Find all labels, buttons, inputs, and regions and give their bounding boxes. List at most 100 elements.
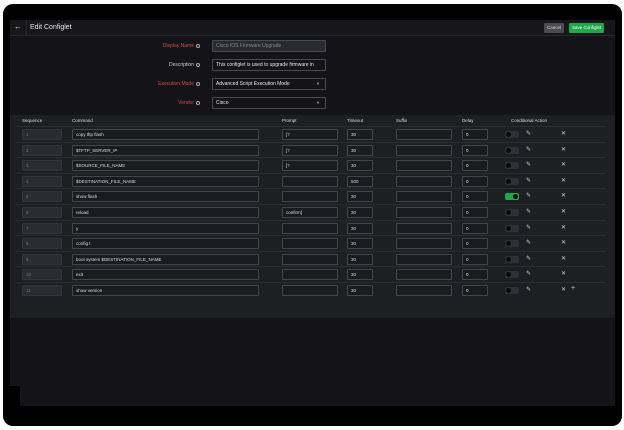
delay-input[interactable]: 0 bbox=[462, 253, 488, 265]
delay-input[interactable]: 0 bbox=[462, 160, 488, 172]
conditional-action-toggle[interactable] bbox=[505, 224, 519, 232]
description-input[interactable]: This configlet is used to upgrade firmwa… bbox=[212, 59, 326, 71]
command-input[interactable]: y bbox=[72, 222, 259, 234]
prompt-input[interactable]: ]? bbox=[282, 160, 338, 172]
delay-input[interactable]: 0 bbox=[462, 269, 488, 281]
command-input[interactable]: show flash bbox=[72, 191, 259, 203]
sequence-input[interactable]: 1 bbox=[22, 129, 62, 140]
sequence-input[interactable]: 11 bbox=[22, 285, 62, 296]
suffix-input[interactable] bbox=[396, 175, 452, 187]
pencil-icon[interactable]: ✎ bbox=[526, 130, 531, 137]
prompt-input[interactable]: ]? bbox=[282, 129, 338, 140]
delay-input[interactable]: 0 bbox=[462, 285, 488, 296]
timeout-input[interactable]: 30 bbox=[347, 144, 373, 156]
command-input[interactable]: $SOURCE_FILE_NAME bbox=[72, 160, 259, 172]
pencil-icon[interactable]: ✎ bbox=[526, 286, 531, 293]
prompt-input[interactable] bbox=[282, 222, 338, 234]
timeout-input[interactable]: 30 bbox=[347, 253, 373, 265]
timeout-input[interactable]: 500 bbox=[347, 175, 373, 187]
suffix-input[interactable] bbox=[396, 207, 452, 218]
pencil-icon[interactable]: ✎ bbox=[526, 146, 531, 153]
sequence-input[interactable]: 10 bbox=[22, 269, 62, 281]
command-input[interactable]: exit bbox=[72, 269, 259, 281]
timeout-input[interactable]: 30 bbox=[347, 191, 373, 203]
close-icon[interactable]: ✕ bbox=[561, 286, 566, 293]
pencil-icon[interactable]: ✎ bbox=[526, 208, 531, 215]
pencil-icon[interactable]: ✎ bbox=[526, 239, 531, 246]
conditional-action-toggle[interactable] bbox=[505, 131, 519, 138]
close-icon[interactable]: ✕ bbox=[561, 192, 566, 199]
suffix-input[interactable] bbox=[396, 285, 452, 296]
delay-input[interactable]: 0 bbox=[462, 175, 488, 187]
close-icon[interactable]: ✕ bbox=[561, 239, 566, 246]
conditional-action-toggle[interactable] bbox=[505, 146, 519, 154]
command-input[interactable]: reload bbox=[72, 207, 259, 218]
conditional-action-toggle[interactable] bbox=[505, 177, 519, 185]
delay-input[interactable]: 0 bbox=[462, 129, 488, 140]
pencil-icon[interactable]: ✎ bbox=[526, 224, 531, 231]
execution-mode-select[interactable]: Advanced Script Execution Mode ▼ bbox=[212, 78, 326, 90]
delay-input[interactable]: 0 bbox=[462, 207, 488, 218]
arrow-left-icon[interactable]: ← bbox=[14, 22, 22, 31]
prompt-input[interactable]: confirm] bbox=[282, 207, 338, 218]
timeout-input[interactable]: 30 bbox=[347, 160, 373, 172]
prompt-input[interactable] bbox=[282, 253, 338, 265]
suffix-input[interactable] bbox=[396, 144, 452, 156]
help-icon[interactable] bbox=[196, 43, 200, 48]
command-input[interactable]: copy tftp flash bbox=[72, 129, 259, 140]
close-icon[interactable]: ✕ bbox=[561, 177, 566, 184]
prompt-input[interactable] bbox=[282, 238, 338, 250]
prompt-input[interactable] bbox=[282, 285, 338, 296]
help-icon[interactable] bbox=[196, 100, 200, 105]
suffix-input[interactable] bbox=[396, 160, 452, 172]
conditional-action-toggle[interactable] bbox=[505, 255, 519, 263]
conditional-action-toggle[interactable] bbox=[505, 162, 519, 170]
timeout-input[interactable]: 30 bbox=[347, 222, 373, 234]
conditional-action-toggle[interactable] bbox=[505, 240, 519, 248]
save-configlet-button[interactable]: Save Configlet bbox=[569, 23, 605, 33]
prompt-input[interactable] bbox=[282, 175, 338, 187]
suffix-input[interactable] bbox=[396, 222, 452, 234]
sequence-input[interactable]: 9 bbox=[22, 253, 62, 265]
timeout-input[interactable]: 30 bbox=[347, 285, 373, 296]
sequence-input[interactable]: 5 bbox=[22, 191, 62, 203]
conditional-action-toggle[interactable] bbox=[505, 193, 519, 201]
suffix-input[interactable] bbox=[396, 238, 452, 250]
prompt-input[interactable]: ]? bbox=[282, 144, 338, 156]
help-icon[interactable] bbox=[196, 62, 200, 67]
delay-input[interactable]: 0 bbox=[462, 238, 488, 250]
command-input[interactable]: $TFTP_SERVER_IP bbox=[72, 144, 259, 156]
timeout-input[interactable]: 30 bbox=[347, 207, 373, 218]
plus-icon[interactable]: + bbox=[571, 285, 575, 292]
sequence-input[interactable]: 8 bbox=[22, 238, 62, 250]
pencil-icon[interactable]: ✎ bbox=[526, 255, 531, 262]
timeout-input[interactable]: 30 bbox=[347, 129, 373, 140]
prompt-input[interactable] bbox=[282, 269, 338, 281]
delay-input[interactable]: 0 bbox=[462, 222, 488, 234]
pencil-icon[interactable]: ✎ bbox=[526, 270, 531, 277]
sequence-input[interactable]: 6 bbox=[22, 207, 62, 218]
close-icon[interactable]: ✕ bbox=[561, 161, 566, 168]
sequence-input[interactable]: 7 bbox=[22, 222, 62, 234]
sequence-input[interactable]: 4 bbox=[22, 175, 62, 187]
timeout-input[interactable]: 30 bbox=[347, 269, 373, 281]
close-icon[interactable]: ✕ bbox=[561, 208, 566, 215]
command-input[interactable]: config t bbox=[72, 238, 259, 250]
close-icon[interactable]: ✕ bbox=[561, 130, 566, 137]
prompt-input[interactable] bbox=[282, 191, 338, 203]
sequence-input[interactable]: 3 bbox=[22, 160, 62, 172]
close-icon[interactable]: ✕ bbox=[561, 224, 566, 231]
help-icon[interactable] bbox=[196, 81, 200, 86]
close-icon[interactable]: ✕ bbox=[561, 270, 566, 277]
delay-input[interactable]: 0 bbox=[462, 191, 488, 203]
pencil-icon[interactable]: ✎ bbox=[526, 192, 531, 199]
suffix-input[interactable] bbox=[396, 129, 452, 140]
vendor-select[interactable]: Cisco ▼ bbox=[212, 97, 326, 109]
conditional-action-toggle[interactable] bbox=[505, 271, 519, 279]
pencil-icon[interactable]: ✎ bbox=[526, 177, 531, 184]
suffix-input[interactable] bbox=[396, 253, 452, 265]
suffix-input[interactable] bbox=[396, 269, 452, 281]
conditional-action-toggle[interactable] bbox=[505, 287, 519, 294]
timeout-input[interactable]: 30 bbox=[347, 238, 373, 250]
cancel-button[interactable]: Cancel bbox=[544, 23, 565, 33]
